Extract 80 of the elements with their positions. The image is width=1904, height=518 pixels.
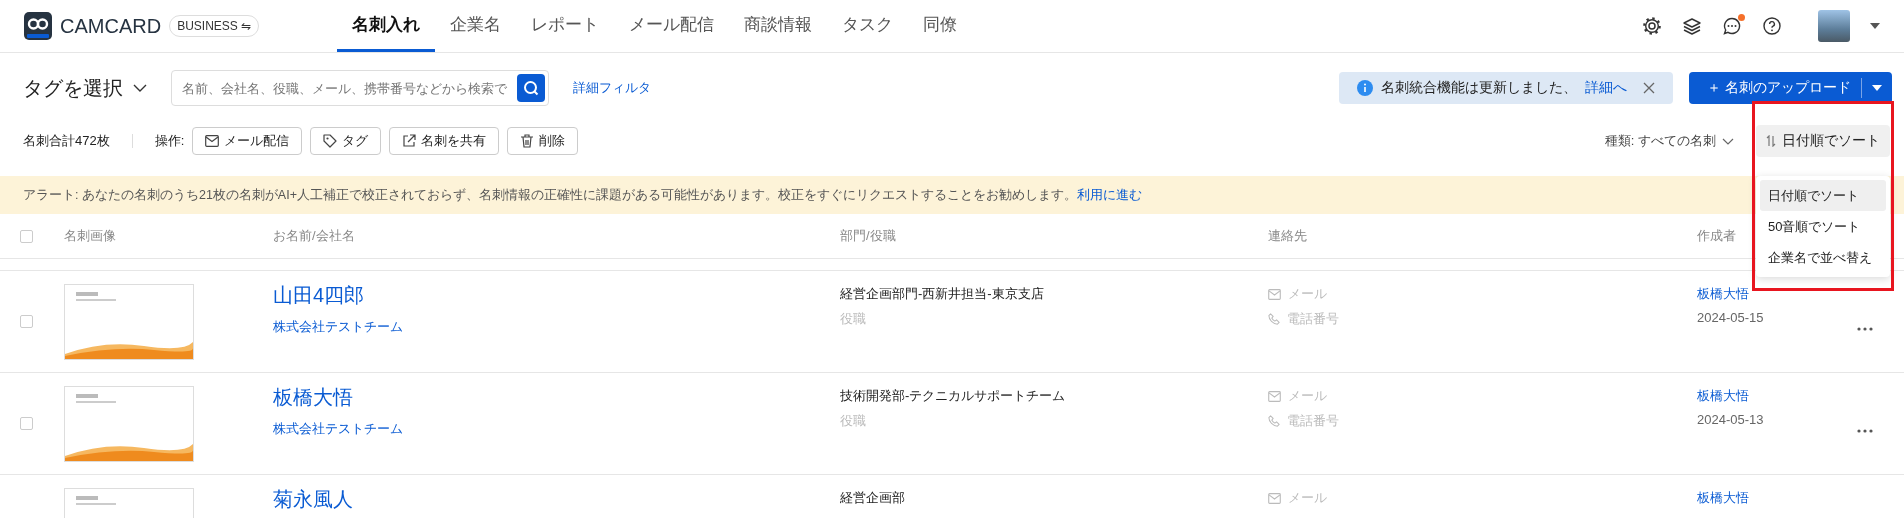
sort-button[interactable]: 日付順でソート: [1756, 125, 1890, 157]
more-icon[interactable]: [1857, 428, 1873, 433]
share-icon: [402, 134, 417, 148]
column-header: 連絡先: [1268, 227, 1308, 245]
nav-tab[interactable]: 同僚: [908, 0, 972, 52]
nav-tab[interactable]: 企業名: [435, 0, 516, 52]
tag-icon: [323, 134, 338, 148]
column-header: 作成者: [1697, 227, 1736, 245]
sort-option[interactable]: 日付順でソート: [1760, 180, 1886, 211]
contact-name-link[interactable]: 菊永風人: [273, 486, 353, 513]
business-card-thumbnail[interactable]: [64, 283, 194, 360]
department-text: 技術開発部-テクニカルサポートチーム: [840, 387, 1066, 405]
column-header: 名刺画像: [64, 227, 117, 245]
sort-icon: [1766, 135, 1776, 147]
search-icon: [523, 80, 539, 96]
chat-icon[interactable]: [1722, 16, 1742, 36]
settings-icon[interactable]: [1642, 16, 1662, 36]
brand-name: CAMCARD: [60, 14, 162, 38]
checkbox[interactable]: [20, 417, 33, 430]
nav-tab[interactable]: レポート: [516, 0, 614, 52]
search-field[interactable]: 名前、会社名、役職、メール、携帯番号などから検索で: [171, 70, 549, 106]
type-filter[interactable]: 種類: すべての名刺: [1604, 132, 1734, 150]
company-link[interactable]: 株式会社テストチーム: [273, 420, 403, 438]
caret-icon[interactable]: [1870, 23, 1880, 29]
avatar-photo-placeholder[interactable]: [1818, 10, 1850, 42]
total-count: 名刺合計472枚: [23, 132, 110, 150]
mail-icon: [1268, 288, 1281, 300]
logo-icon: [24, 12, 52, 40]
creator-link[interactable]: 板橋大悟: [1697, 285, 1749, 303]
action-button[interactable]: タグ: [310, 127, 382, 155]
layers-icon[interactable]: [1682, 16, 1702, 36]
phone-text: 電話番号: [1287, 310, 1339, 328]
phone-icon: [1268, 313, 1280, 325]
column-header: お名前/会社名: [273, 227, 356, 245]
department-text: 経営企画部: [840, 489, 905, 507]
mail-icon: [205, 135, 220, 147]
contact-name-link[interactable]: 板橋大悟: [273, 384, 353, 411]
created-date: 2024-05-15: [1697, 310, 1764, 325]
nav-tab[interactable]: タスク: [827, 0, 908, 52]
details-link[interactable]: 詳細へ: [1585, 79, 1628, 97]
upload-button[interactable]: ＋ 名刺のアップロード: [1689, 72, 1892, 104]
more-icon[interactable]: [1857, 326, 1873, 331]
action-button[interactable]: 名刺を共有: [389, 127, 500, 155]
job-title-text: 役職: [840, 412, 866, 430]
tag-select[interactable]: タグを選択: [23, 74, 171, 102]
chevron-down-icon: [133, 84, 147, 92]
business-card-thumbnail[interactable]: [64, 385, 194, 462]
action-button[interactable]: メール配信: [192, 127, 303, 155]
checkbox[interactable]: [20, 315, 33, 328]
notice-text: 名刺統合機能は更新しました、: [1381, 79, 1578, 97]
actions-label: 操作:: [154, 132, 185, 150]
phone-icon: [1268, 415, 1280, 427]
info-icon: [1357, 80, 1374, 96]
chevron-down-icon: [1722, 137, 1734, 145]
alert-text: アラート: あなたの名刺のうち21枚の名刺がAI+人工補正で校正されておらず、名刺情報の正確性に課題がある可能性があります。校正をすぐにリクエストすることをお勧めします。: [23, 186, 1077, 204]
mail-icon: [1268, 492, 1281, 504]
trash-icon: [520, 134, 535, 148]
search-button[interactable]: [517, 74, 545, 102]
proceed-link[interactable]: 利用に進む: [1076, 186, 1142, 204]
mail-icon: [1268, 390, 1281, 402]
nav-tab[interactable]: 商談情報: [729, 0, 827, 52]
sort-option[interactable]: 企業名で並べ替え: [1760, 242, 1886, 273]
department-text: 経営企画部門-西新井担当-東京支店: [840, 285, 1044, 303]
advanced-filter-link[interactable]: 詳細フィルタ: [573, 79, 651, 97]
checkbox[interactable]: [20, 229, 33, 243]
created-date: 2024-05-13: [1697, 412, 1764, 427]
nav-tab[interactable]: メール配信: [614, 0, 729, 52]
job-title-text: 役職: [840, 310, 866, 328]
company-link[interactable]: 株式会社テストチーム: [273, 318, 403, 336]
close-icon[interactable]: [1643, 82, 1656, 94]
caret-icon[interactable]: [1872, 85, 1882, 91]
column-header: 部門/役職: [840, 227, 897, 245]
creator-link[interactable]: 板橋大悟: [1697, 387, 1749, 405]
action-button[interactable]: 削除: [507, 127, 579, 155]
creator-link[interactable]: 板橋大悟: [1697, 489, 1749, 507]
nav-tab[interactable]: 名刺入れ: [337, 0, 435, 52]
help-icon[interactable]: [1762, 16, 1782, 36]
sort-option[interactable]: 50音順でソート: [1760, 211, 1886, 242]
contact-name-link[interactable]: 山田4四郎: [273, 282, 365, 309]
phone-text: 電話番号: [1287, 412, 1339, 430]
